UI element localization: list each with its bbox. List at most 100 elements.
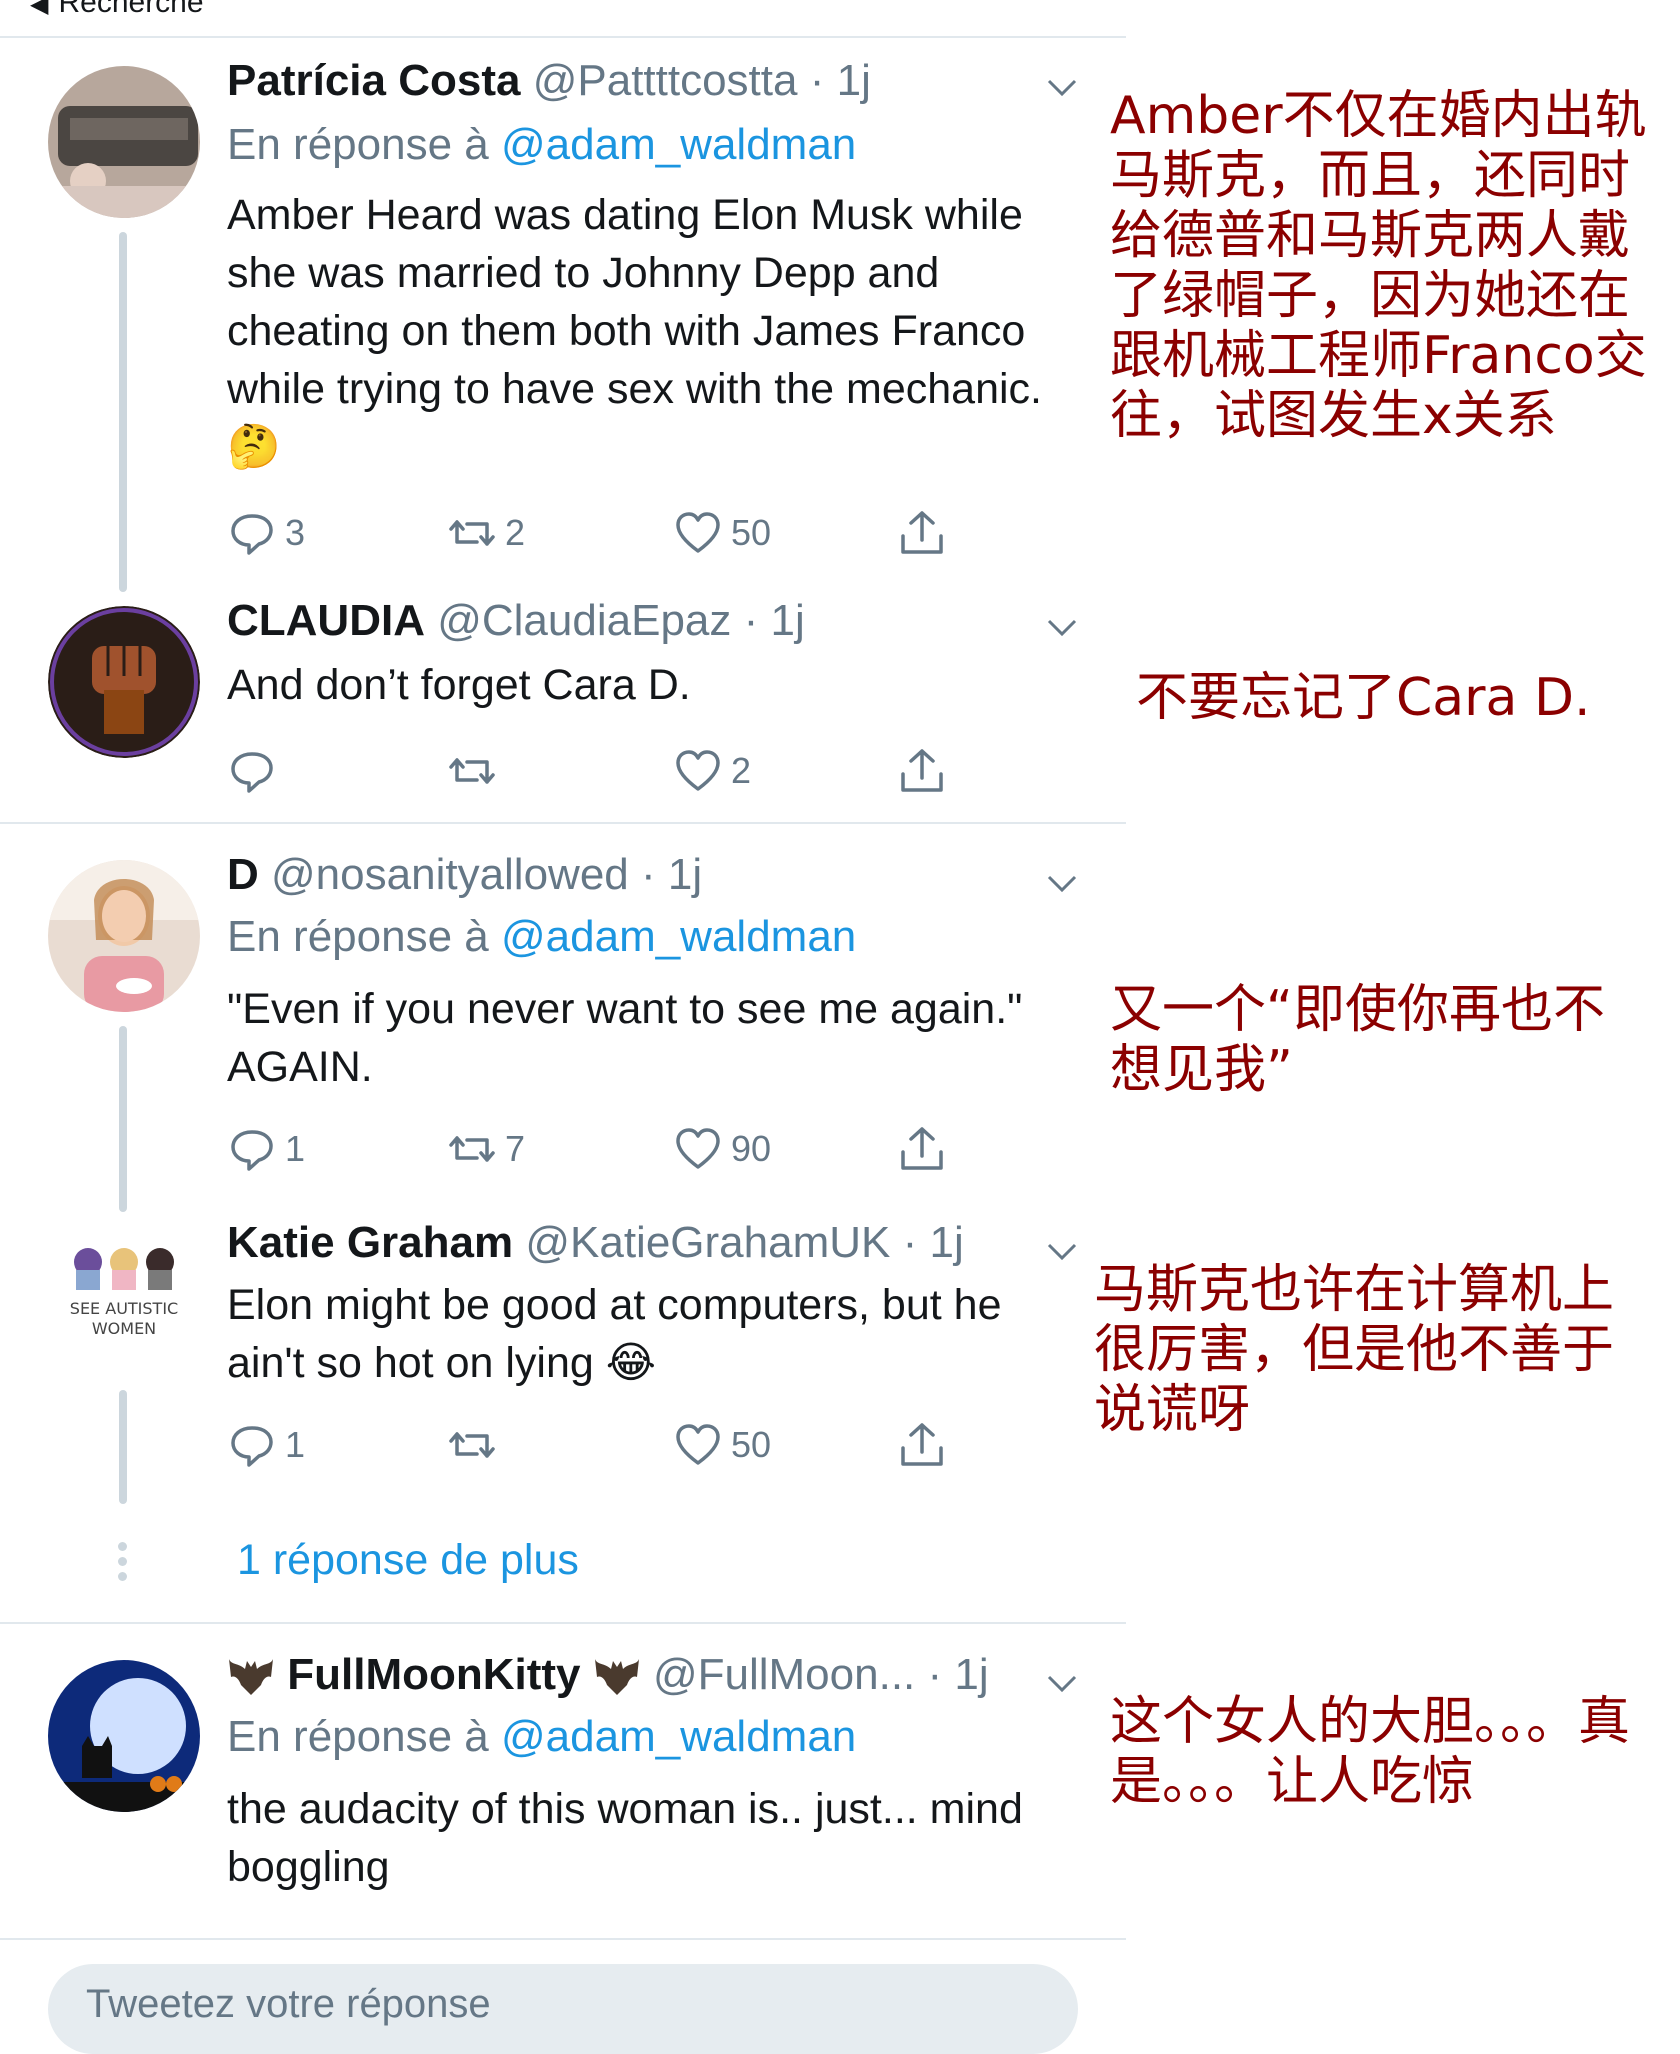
like-button[interactable]: 50 — [673, 508, 771, 558]
retweet-button[interactable]: 7 — [447, 1124, 525, 1174]
reply-button[interactable] — [227, 746, 277, 796]
retweet-button[interactable]: 2 — [447, 508, 525, 558]
retweet-icon — [449, 1136, 495, 1162]
reply-prefix: En réponse à — [227, 1712, 489, 1761]
thread-line — [119, 1390, 127, 1504]
user-handle[interactable]: @nosanityallowed — [271, 850, 629, 899]
tweet-header: D @nosanityallowed · 1j — [227, 850, 702, 900]
tweet-claudia[interactable]: CLAUDIA @ClaudiaEpaz · 1j And don’t forg… — [0, 596, 1591, 822]
user-handle[interactable]: @ClaudiaEpaz — [437, 596, 731, 645]
tweet-actions: 3 2 50 — [227, 508, 987, 558]
display-name[interactable]: FullMoonKitty — [287, 1650, 580, 1699]
reply-mention-link[interactable]: @adam_waldman — [501, 120, 856, 169]
share-button[interactable] — [897, 508, 947, 558]
like-button[interactable]: 2 — [673, 746, 751, 796]
reply-button[interactable]: 3 — [227, 508, 305, 558]
chevron-down-icon[interactable] — [1045, 610, 1079, 644]
reply-icon — [231, 1426, 273, 1467]
tweet-actions: 2 — [227, 746, 987, 796]
tweet-time[interactable]: · 1j — [928, 1650, 989, 1699]
reply-count: 3 — [285, 512, 306, 553]
user-handle[interactable]: @Pattttcostta — [533, 56, 798, 105]
reply-icon — [231, 1130, 273, 1171]
tweet-katie-graham[interactable]: SEE AUTISTIC WOMEN Katie Graham @KatieGr… — [0, 1194, 1614, 1510]
reply-context: En réponse à @adam_waldman — [227, 1712, 856, 1762]
tweet-patricia-costa[interactable]: Patrícia Costa @Pattttcostta · 1j En rép… — [0, 36, 1647, 596]
reply-count: 1 — [285, 1424, 306, 1465]
avatar[interactable]: SEE AUTISTIC WOMEN — [44, 1234, 204, 1344]
tweet-time[interactable]: · 1j — [641, 850, 702, 899]
more-replies-link[interactable]: 1 réponse de plus — [237, 1536, 579, 1585]
display-name[interactable]: Patrícia Costa — [227, 56, 520, 105]
retweet-count: 7 — [505, 1128, 526, 1169]
avatar[interactable] — [48, 860, 200, 1012]
like-icon — [676, 1424, 720, 1465]
bat-icon — [227, 1650, 287, 1699]
display-name[interactable]: Katie Graham — [227, 1218, 513, 1267]
reply-icon — [231, 514, 273, 555]
tweet-time[interactable]: · 1j — [744, 596, 805, 645]
like-icon — [676, 750, 720, 791]
compose-divider — [0, 1938, 1126, 1940]
avatar[interactable] — [48, 66, 200, 218]
tweet-d[interactable]: D @nosanityallowed · 1j En réponse à @ad… — [0, 824, 1605, 1212]
retweet-button[interactable] — [447, 746, 497, 796]
tweet-actions: 1 7 90 — [227, 1124, 987, 1174]
tweet-time[interactable]: · 1j — [810, 56, 871, 105]
reply-context: En réponse à @adam_waldman — [227, 120, 856, 170]
back-button[interactable]: ◀ Recherche — [30, 0, 204, 20]
back-arrow-icon: ◀ — [30, 0, 49, 18]
reply-context: En réponse à @adam_waldman — [227, 912, 856, 962]
user-handle[interactable]: @KatieGrahamUK — [525, 1218, 890, 1267]
like-button[interactable]: 50 — [673, 1420, 771, 1470]
svg-text:WOMEN: WOMEN — [92, 1319, 156, 1338]
share-icon — [901, 511, 943, 554]
chevron-down-icon[interactable] — [1045, 70, 1079, 104]
compose-placeholder: Tweetez votre réponse — [86, 1982, 491, 2026]
retweet-count: 2 — [505, 512, 526, 553]
share-icon — [901, 749, 943, 792]
annotation-text: Amber不仅在婚内出轨马斯克，而且，还同时给德普和马斯克两人戴了绿帽子，因为她… — [1110, 86, 1647, 446]
reply-mention-link[interactable]: @adam_waldman — [501, 912, 856, 961]
retweet-icon — [449, 1432, 495, 1458]
display-name[interactable]: D — [227, 850, 259, 899]
thread-line — [119, 232, 127, 592]
top-bar: ◀ Recherche — [0, 0, 1126, 38]
reply-prefix: En réponse à — [227, 912, 489, 961]
share-button[interactable] — [897, 1420, 947, 1470]
user-handle[interactable]: @FullMoon... — [653, 1650, 915, 1699]
more-dots-icon — [117, 1542, 129, 1587]
avatar[interactable] — [48, 606, 200, 758]
share-icon — [901, 1423, 943, 1466]
tweet-time[interactable]: · 1j — [903, 1218, 964, 1267]
retweet-icon — [449, 520, 495, 546]
tweet-text: Elon might be good at computers, but he … — [227, 1281, 1002, 1387]
avatar[interactable] — [48, 1660, 200, 1812]
thread-line — [119, 1026, 127, 1212]
retweet-button[interactable] — [447, 1420, 497, 1470]
like-button[interactable]: 90 — [673, 1124, 771, 1174]
tweet-actions: 1 50 — [227, 1420, 987, 1470]
tweet-text: And don’t forget Cara D. — [227, 661, 691, 709]
tweet-header: Katie Graham @KatieGrahamUK · 1j — [227, 1218, 964, 1268]
reply-button[interactable]: 1 — [227, 1124, 305, 1174]
tweet-fullmoonkitty[interactable]: FullMoonKitty @FullMoon... · 1j En répon… — [0, 1624, 1630, 1938]
display-name[interactable]: CLAUDIA — [227, 596, 425, 645]
chevron-down-icon[interactable] — [1045, 1234, 1079, 1268]
like-count: 50 — [731, 1424, 772, 1465]
like-count: 2 — [731, 750, 752, 791]
chevron-down-icon[interactable] — [1045, 866, 1079, 900]
back-label: Recherche — [58, 0, 204, 19]
like-count: 50 — [731, 512, 772, 553]
tweet-text: "Even if you never want to see me again.… — [227, 985, 1023, 1091]
share-button[interactable] — [897, 1124, 947, 1174]
reply-icon — [231, 752, 273, 793]
annotation-text: 马斯克也许在计算机上很厉害，但是他不善于说谎呀 — [1094, 1260, 1615, 1440]
annotation-text: 又一个“即使你再也不想见我” — [1110, 980, 1605, 1100]
share-button[interactable] — [897, 746, 947, 796]
reply-button[interactable]: 1 — [227, 1420, 305, 1470]
reply-compose-input[interactable]: Tweetez votre réponse — [48, 1964, 1078, 2054]
chevron-down-icon[interactable] — [1045, 1666, 1079, 1700]
reply-mention-link[interactable]: @adam_waldman — [501, 1712, 856, 1761]
tweet-text: Amber Heard was dating Elon Musk while s… — [227, 191, 1043, 471]
